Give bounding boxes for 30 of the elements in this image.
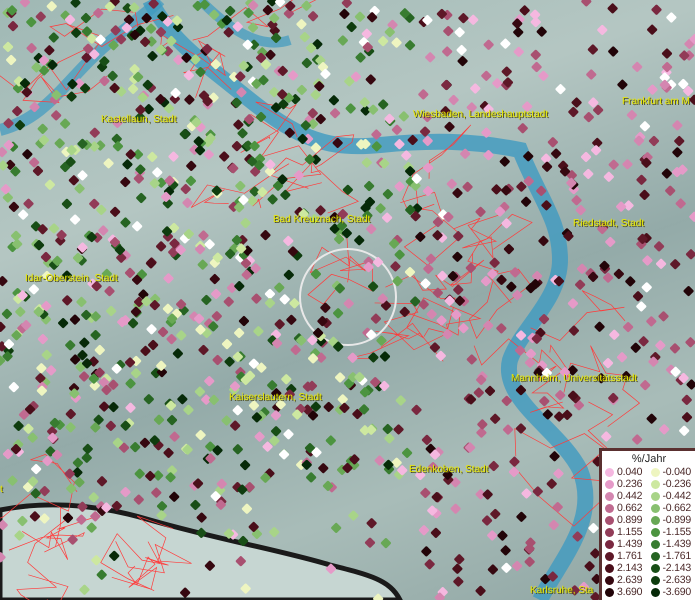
legend-value: -0.040 <box>662 466 692 478</box>
place-label: Edenkoben, Stadt <box>409 464 489 475</box>
legend-value: -1.761 <box>662 550 692 562</box>
legend-value: 0.662 <box>617 502 642 514</box>
legend-value: -3.690 <box>662 586 692 598</box>
place-label: Kaiserslautern, Stadt <box>229 392 322 403</box>
legend-value: 0.899 <box>617 514 642 526</box>
legend-value: 2.143 <box>617 562 642 574</box>
place-label: Riedstadt, Stadt <box>573 218 644 229</box>
legend-value: -2.143 <box>662 562 692 574</box>
legend-value: 0.442 <box>617 490 642 502</box>
place-label: Frankfurt am M <box>622 96 690 107</box>
place-label: Wiesbaden, Landeshauptstadt <box>413 109 548 120</box>
legend-value: 0.236 <box>617 478 642 490</box>
place-label: t <box>0 484 3 495</box>
legend-title: %/Jahr <box>630 453 668 466</box>
legend-value: -0.662 <box>662 502 692 514</box>
legend-value: 1.155 <box>617 526 642 538</box>
legend-value: 0.040 <box>617 466 642 478</box>
legend-value: 2.639 <box>617 574 642 586</box>
legend-value: -0.442 <box>662 490 692 502</box>
legend-value: 1.439 <box>617 538 642 550</box>
legend-value: -1.155 <box>662 526 692 538</box>
legend-value: -1.439 <box>662 538 692 550</box>
place-label: Idar-Oberstein, Stadt <box>25 273 118 284</box>
legend-value: 3.690 <box>617 586 642 598</box>
legend-value: -2.639 <box>662 574 692 586</box>
legend-value: -0.236 <box>662 478 692 490</box>
legend-value: -0.899 <box>662 514 692 526</box>
legend-value: 1.761 <box>617 550 642 562</box>
